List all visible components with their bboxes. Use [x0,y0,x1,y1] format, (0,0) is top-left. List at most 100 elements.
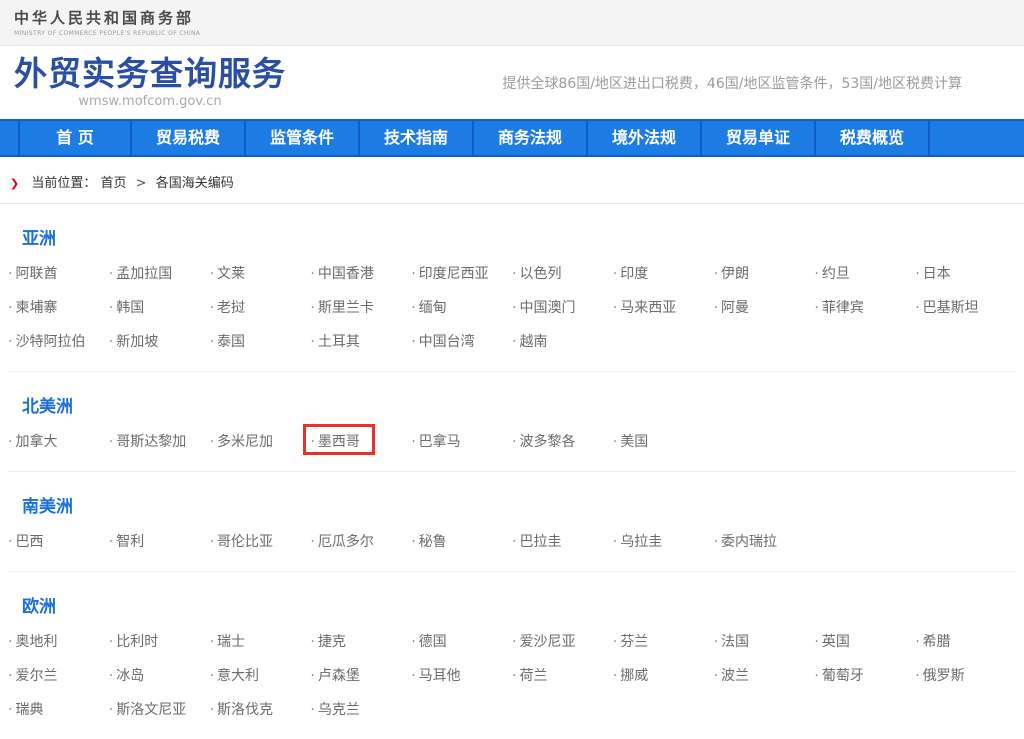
country-link[interactable]: ·巴拉圭 [512,531,613,551]
bullet-icon: · [411,434,415,450]
country-link[interactable]: ·缅甸 [411,297,512,317]
country-link[interactable]: ·芬兰 [613,631,714,651]
country-link[interactable]: ·斯里兰卡 [310,297,411,317]
country-link[interactable]: ·马耳他 [411,665,512,685]
country-link[interactable]: ·新加坡 [109,331,210,351]
bullet-icon: · [915,668,919,684]
country-link[interactable]: ·美国 [613,431,714,451]
country-name: 厄瓜多尔 [318,534,374,550]
country-link[interactable]: · 阿曼 [714,297,815,317]
nav-item-2[interactable]: 监管条件 [246,121,360,155]
country-link[interactable]: ·泰国 [210,331,311,351]
country-name: 荷兰 [519,668,547,684]
country-name: 德国 [419,634,447,650]
breadcrumb-home-link[interactable]: 首页 [101,176,127,191]
country-link[interactable]: ·中国澳门 [512,297,613,317]
country-link[interactable]: ·以色列 [512,263,613,283]
bullet-icon: · [411,668,415,684]
bullet-icon: · [915,634,919,650]
country-link-highlighted[interactable]: ·墨西哥 [310,431,411,451]
bullet-icon: · [814,300,818,316]
country-link[interactable]: ·意大利 [210,665,311,685]
country-name: 希腊 [923,634,951,650]
country-link[interactable]: ·柬埔寨 [8,297,109,317]
bullet-icon: · [210,266,214,282]
country-link[interactable]: ·阿联酋 [8,263,109,283]
breadcrumb: ❯ 当前位置： 首页 > 各国海关编码 [0,157,1024,204]
country-link[interactable]: ·哥伦比亚 [210,531,311,551]
country-name: 阿曼 [721,300,749,316]
country-link[interactable]: ·波多黎各 [512,431,613,451]
country-link[interactable]: ·加拿大 [8,431,109,451]
country-link[interactable]: ·瑞士 [210,631,311,651]
country-name: 斯洛伐克 [217,702,273,718]
country-link[interactable]: ·智利 [109,531,210,551]
country-name: 冰岛 [116,668,144,684]
country-link[interactable]: ·捷克 [310,631,411,651]
bullet-icon: · [613,634,617,650]
country-link[interactable]: ·斯洛伐克 [210,699,311,719]
country-link[interactable]: ·葡萄牙 [814,665,915,685]
bullet-icon: · [8,334,12,350]
country-link[interactable]: ·巴西 [8,531,109,551]
country-link[interactable]: ·土耳其 [310,331,411,351]
country-link[interactable]: ·俄罗斯 [915,665,1016,685]
country-link[interactable]: ·波兰 [714,665,815,685]
country-link[interactable]: ·多米尼加 [210,431,311,451]
bullet-icon: · [411,300,415,316]
country-link[interactable]: ·菲律宾 [814,297,915,317]
country-link[interactable]: ·日本 [915,263,1016,283]
country-link[interactable]: ·沙特阿拉伯 [8,331,109,351]
country-link[interactable]: ·马来西亚 [613,297,714,317]
nav-item-4[interactable]: 商务法规 [474,121,588,155]
country-link[interactable]: ·印度 [613,263,714,283]
country-name: 挪威 [620,668,648,684]
country-link[interactable]: ·德国 [411,631,512,651]
country-link[interactable]: ·秘鲁 [411,531,512,551]
site-title: 外贸实务查询服务 [14,56,286,92]
nav-item-5[interactable]: 境外法规 [588,121,702,155]
country-link[interactable]: ·爱沙尼亚 [512,631,613,651]
bullet-icon: · [8,266,12,282]
country-link[interactable]: ·法国 [714,631,815,651]
country-link[interactable]: ·伊朗 [714,263,815,283]
country-link[interactable]: ·约旦 [814,263,915,283]
country-link[interactable]: ·乌克兰 [310,699,411,719]
country-link[interactable]: ·卢森堡 [310,665,411,685]
country-link[interactable]: ·文莱 [210,263,311,283]
nav-item-1[interactable]: 贸易税费 [132,121,246,155]
country-link[interactable]: ·瑞典 [8,699,109,719]
country-link[interactable]: ·中国香港 [310,263,411,283]
country-link[interactable]: ·爱尔兰 [8,665,109,685]
country-link[interactable]: ·荷兰 [512,665,613,685]
nav-item-7[interactable]: 税费概览 [816,121,930,155]
country-link[interactable]: ·越南 [512,331,613,351]
country-name: 哥斯达黎加 [116,434,186,450]
country-grid: ·阿联酋·孟加拉国·文莱·中国香港·印度尼西亚·以色列·印度·伊朗·约旦·日本·… [8,263,1016,363]
country-link[interactable]: ·厄瓜多尔 [310,531,411,551]
country-link[interactable]: ·乌拉圭 [613,531,714,551]
country-name: 奥地利 [15,634,57,650]
country-link[interactable]: ·挪威 [613,665,714,685]
country-link[interactable]: ·委内瑞拉 [714,531,815,551]
bullet-icon: · [714,266,718,282]
nav-item-6[interactable]: 贸易单证 [702,121,816,155]
country-link[interactable]: ·韩国 [109,297,210,317]
continent-title: 北美洲 [22,392,1016,417]
country-link[interactable]: ·老挝 [210,297,311,317]
country-link[interactable]: ·巴拿马 [411,431,512,451]
nav-item-0[interactable]: 首 页 [18,121,132,155]
country-link[interactable]: ·希腊 [915,631,1016,651]
country-link[interactable]: ·孟加拉国 [109,263,210,283]
nav-item-3[interactable]: 技术指南 [360,121,474,155]
country-link[interactable]: ·英国 [814,631,915,651]
bullet-icon: · [8,702,12,718]
country-link[interactable]: ·冰岛 [109,665,210,685]
country-link[interactable]: ·哥斯达黎加 [109,431,210,451]
country-link[interactable]: ·斯洛文尼亚 [109,699,210,719]
country-link[interactable]: ·中国台湾 [411,331,512,351]
country-link[interactable]: ·巴基斯坦 [915,297,1016,317]
country-link[interactable]: ·比利时 [109,631,210,651]
country-link[interactable]: ·印度尼西亚 [411,263,512,283]
country-link[interactable]: ·奥地利 [8,631,109,651]
